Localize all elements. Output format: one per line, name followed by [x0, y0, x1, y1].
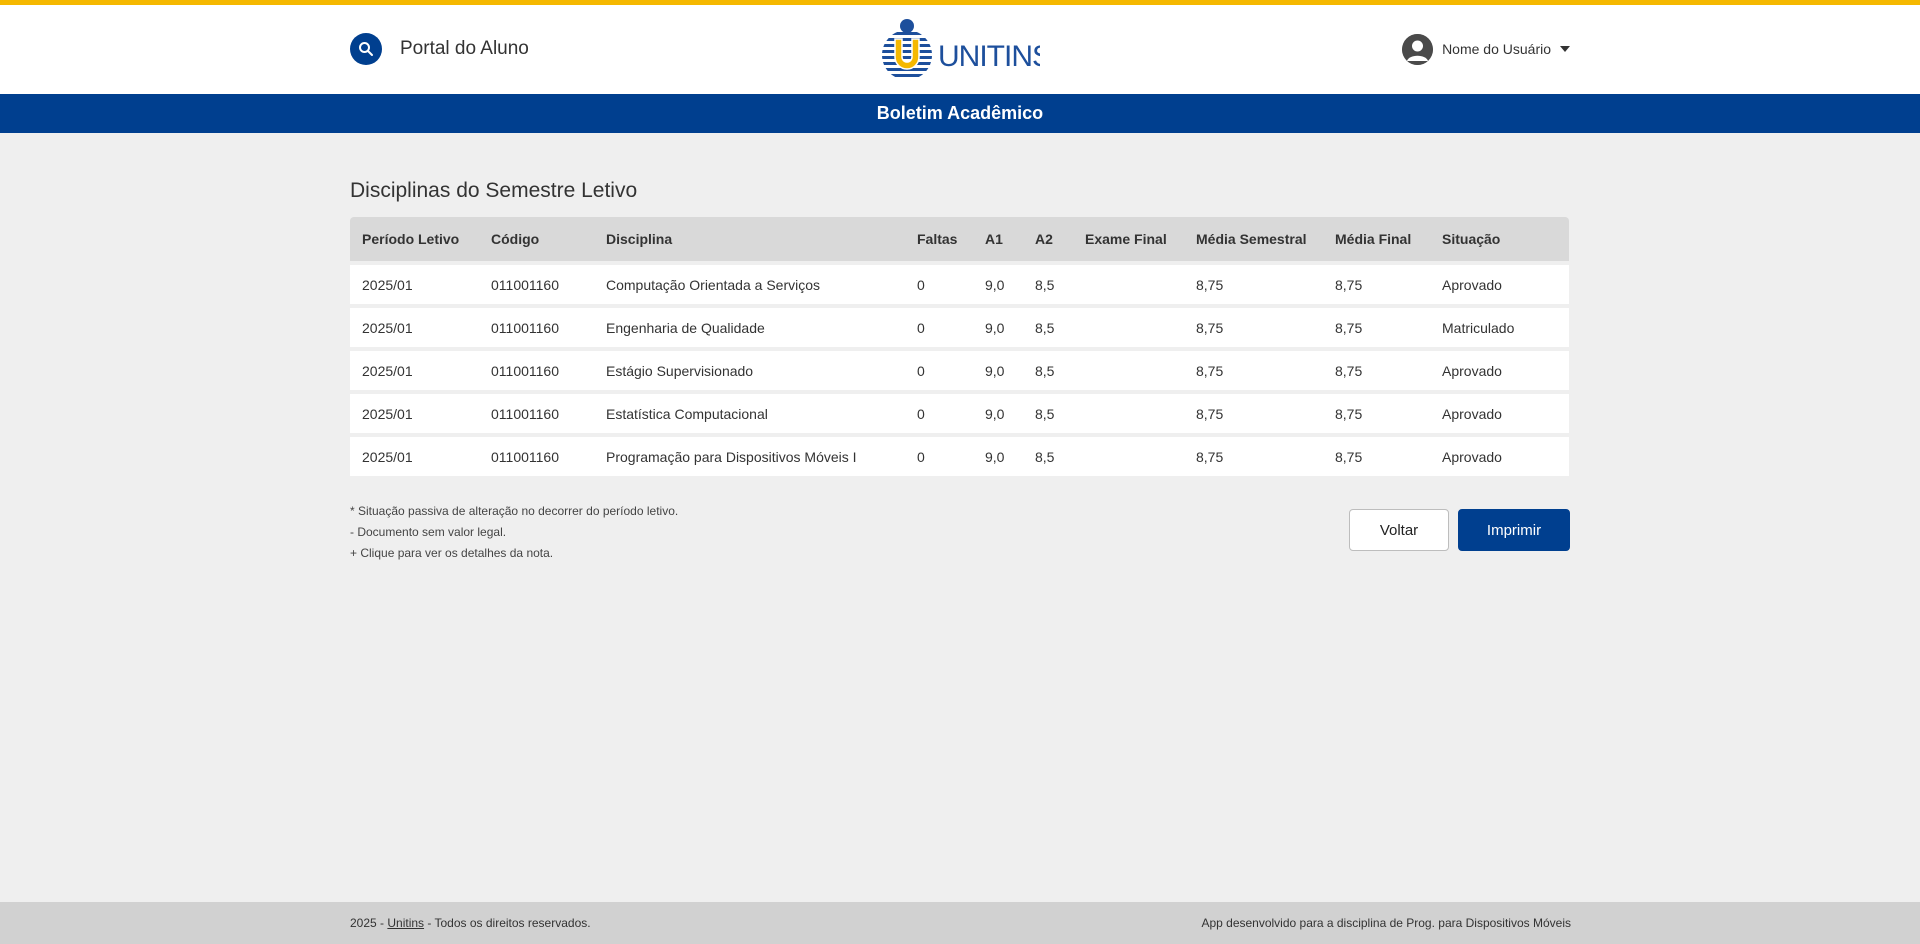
page-banner: Boletim Acadêmico — [0, 94, 1920, 133]
cell-media-semestral: 8,75 — [1184, 394, 1323, 433]
cell-periodo: 2025/01 — [350, 308, 479, 347]
cell-exame-final — [1073, 351, 1184, 390]
cell-a1[interactable]: 9,0 — [973, 437, 1023, 476]
footer-credit: App desenvolvido para a disciplina de Pr… — [1201, 916, 1571, 930]
page-title: Boletim Acadêmico — [876, 103, 1044, 123]
footer-rights: - Todos os direitos reservados. — [424, 916, 591, 930]
footer-year: 2025 - — [350, 916, 388, 930]
cell-media-semestral: 8,75 — [1184, 437, 1323, 476]
user-menu[interactable]: Nome do Usuário — [1402, 33, 1570, 65]
cell-situacao: Aprovado — [1430, 437, 1569, 476]
cell-faltas: 0 — [905, 265, 973, 304]
footnotes: * Situação passiva de alteração no decor… — [350, 501, 678, 564]
main-content: Disciplinas do Semestre Letivo Período L… — [350, 178, 1570, 480]
footer-unitins-link[interactable]: Unitins — [387, 916, 424, 930]
portal-title: Portal do Aluno — [400, 38, 529, 59]
cell-a1[interactable]: 9,0 — [973, 351, 1023, 390]
cell-a2[interactable]: 8,5 — [1023, 351, 1073, 390]
back-button[interactable]: Voltar — [1349, 509, 1449, 551]
cell-situacao: Aprovado — [1430, 265, 1569, 304]
cell-media-semestral: 8,75 — [1184, 351, 1323, 390]
footer-copyright: 2025 - Unitins - Todos os direitos reser… — [350, 916, 591, 930]
cell-a2[interactable]: 8,5 — [1023, 308, 1073, 347]
header-a1: A1 — [973, 217, 1023, 261]
user-name: Nome do Usuário — [1442, 41, 1551, 57]
cell-faltas: 0 — [905, 394, 973, 433]
header-media-final: Média Final — [1323, 217, 1430, 261]
header-codigo: Código — [479, 217, 594, 261]
cell-media-final: 8,75 — [1323, 351, 1430, 390]
search-icon — [359, 42, 373, 56]
action-buttons: Voltar Imprimir — [1349, 509, 1570, 551]
header-a2: A2 — [1023, 217, 1073, 261]
cell-a2[interactable]: 8,5 — [1023, 394, 1073, 433]
cell-disciplina: Programação para Dispositivos Móveis I — [594, 437, 905, 476]
cell-periodo: 2025/01 — [350, 265, 479, 304]
cell-faltas: 0 — [905, 351, 973, 390]
cell-disciplina: Estatística Computacional — [594, 394, 905, 433]
cell-situacao: Matriculado — [1430, 308, 1569, 347]
cell-codigo: 011001160 — [479, 394, 594, 433]
cell-codigo: 011001160 — [479, 265, 594, 304]
search-button[interactable] — [350, 33, 382, 65]
cell-periodo: 2025/01 — [350, 351, 479, 390]
cell-exame-final — [1073, 265, 1184, 304]
cell-media-semestral: 8,75 — [1184, 265, 1323, 304]
cell-a2[interactable]: 8,5 — [1023, 265, 1073, 304]
cell-a1[interactable]: 9,0 — [973, 394, 1023, 433]
footnote-detalhes: + Clique para ver os detalhes da nota. — [350, 546, 554, 560]
cell-disciplina: Engenharia de Qualidade — [594, 308, 905, 347]
section-title: Disciplinas do Semestre Letivo — [350, 179, 638, 202]
header-situacao: Situação — [1430, 217, 1569, 261]
cell-media-final: 8,75 — [1323, 437, 1430, 476]
cell-codigo: 011001160 — [479, 308, 594, 347]
logo-text: UNITINS — [938, 40, 1040, 73]
header-faltas: Faltas — [905, 217, 973, 261]
cell-disciplina: Estágio Supervisionado — [594, 351, 905, 390]
cell-periodo: 2025/01 — [350, 437, 479, 476]
cell-media-semestral: 8,75 — [1184, 308, 1323, 347]
table-row[interactable]: 2025/01 011001160 Estatística Computacio… — [350, 394, 1569, 433]
table-row[interactable]: 2025/01 011001160 Engenharia de Qualidad… — [350, 308, 1569, 347]
cell-faltas: 0 — [905, 437, 973, 476]
user-avatar-icon — [1402, 33, 1434, 65]
cell-media-final: 8,75 — [1323, 394, 1430, 433]
cell-situacao: Aprovado — [1430, 394, 1569, 433]
cell-a1[interactable]: 9,0 — [973, 265, 1023, 304]
cell-exame-final — [1073, 308, 1184, 347]
footnote-situacao: * Situação passiva de alteração no decor… — [350, 504, 679, 518]
print-button[interactable]: Imprimir — [1458, 509, 1570, 551]
cell-exame-final — [1073, 437, 1184, 476]
cell-disciplina: Computação Orientada a Serviços — [594, 265, 905, 304]
cell-a1[interactable]: 9,0 — [973, 308, 1023, 347]
header: Portal do Aluno UNITINS Nome do Usuário — [0, 5, 1920, 94]
table-row[interactable]: 2025/01 011001160 Estágio Supervisionado… — [350, 351, 1569, 390]
cell-situacao: Aprovado — [1430, 351, 1569, 390]
unitins-logo[interactable]: UNITINS — [880, 17, 1040, 81]
header-media-semestral: Média Semestral — [1184, 217, 1323, 261]
chevron-down-icon — [1560, 46, 1570, 52]
header-periodo: Período Letivo — [350, 217, 479, 261]
header-exame-final: Exame Final — [1073, 217, 1184, 261]
cell-media-final: 8,75 — [1323, 265, 1430, 304]
cell-media-final: 8,75 — [1323, 308, 1430, 347]
header-inner: Portal do Aluno UNITINS Nome do Usuário — [350, 5, 1570, 94]
table-row[interactable]: 2025/01 011001160 Computação Orientada a… — [350, 265, 1569, 304]
cell-faltas: 0 — [905, 308, 973, 347]
table-header-row: Período Letivo Código Disciplina Faltas … — [350, 217, 1569, 261]
header-disciplina: Disciplina — [594, 217, 905, 261]
grades-table: Período Letivo Código Disciplina Faltas … — [350, 213, 1569, 480]
footnote-sem-valor-legal: - Documento sem valor legal. — [350, 525, 507, 539]
cell-exame-final — [1073, 394, 1184, 433]
table-row[interactable]: 2025/01 011001160 Programação para Dispo… — [350, 437, 1569, 476]
footer: 2025 - Unitins - Todos os direitos reser… — [0, 902, 1920, 944]
cell-codigo: 011001160 — [479, 437, 594, 476]
cell-codigo: 011001160 — [479, 351, 594, 390]
cell-periodo: 2025/01 — [350, 394, 479, 433]
cell-a2[interactable]: 8,5 — [1023, 437, 1073, 476]
